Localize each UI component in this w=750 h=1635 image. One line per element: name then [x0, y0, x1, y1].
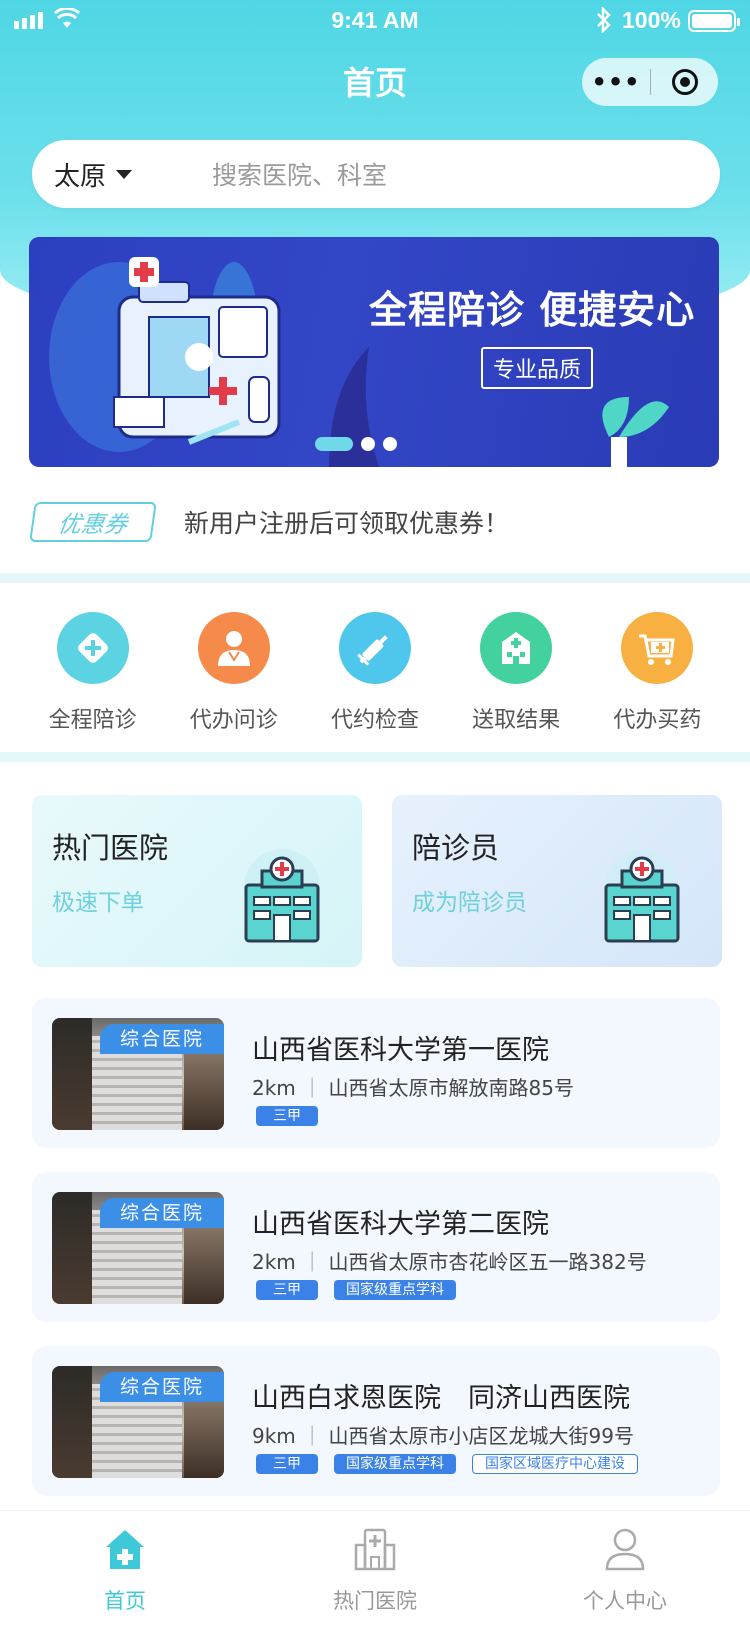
hospital-photo: 综合医院 [52, 1018, 224, 1130]
hospital-type-ribbon: 综合医院 [100, 1372, 224, 1402]
hospital-name: 山西省医科大学第二医院 [252, 1209, 549, 1240]
promo-banner[interactable]: 全程陪诊 便捷安心 专业品质 [29, 237, 719, 467]
hospital-address: 2km ｜ 山西省太原市杏花岭区五一路382号 [252, 1250, 647, 1274]
hospital-name: 山西省医科大学第一医院 [252, 1035, 549, 1066]
coupon-text: 新用户注册后可领取优惠券！ [184, 509, 510, 538]
service-appointment[interactable]: 代约检查 [310, 612, 440, 734]
caret-down-icon [116, 169, 133, 179]
feature-cards: 热门医院 极速下单 陪诊员 成为陪诊员 [32, 795, 722, 967]
medical-kit-illustration [49, 257, 669, 467]
carousel-dot[interactable] [383, 437, 397, 451]
hospital-tag: 三甲 [256, 1106, 318, 1126]
banner-badge: 专业品质 [481, 347, 594, 389]
escort-staff-card[interactable]: 陪诊员 成为陪诊员 [392, 795, 722, 967]
carousel-dot-active[interactable] [315, 437, 353, 451]
syringe-icon [338, 612, 411, 684]
card-subtitle: 成为陪诊员 [412, 890, 527, 916]
hospital-tags: 三甲 国家级重点学科 国家区域医疗中心建设 [256, 1454, 638, 1474]
service-label: 代约检查 [330, 708, 419, 733]
hospital-distance: 9km [252, 1424, 296, 1448]
banner-headline: 全程陪诊 便捷安心 [369, 288, 696, 332]
user-icon [500, 1527, 750, 1575]
service-medicine[interactable]: 代办买药 [592, 612, 722, 734]
service-full-escort[interactable]: 全程陪诊 [28, 612, 158, 734]
hospital-list-item[interactable]: 综合医院 山西省医科大学第一医院 2km ｜ 山西省太原市解放南路85号 三甲 [32, 998, 720, 1148]
hospital-icon [604, 849, 680, 943]
hospital-icon [250, 1527, 500, 1575]
bottom-tab-bar: 首页 热门医院 个人中心 [0, 1510, 750, 1635]
status-bar: 9:41 AM 100% [0, 0, 750, 40]
city-label: 太原 [54, 161, 107, 192]
hospital-address-text: 山西省太原市杏花岭区五一路382号 [328, 1250, 647, 1274]
mini-program-capsule: ••• [582, 58, 718, 106]
hospital-address: 9km ｜ 山西省太原市小店区龙城大街99号 [252, 1424, 634, 1448]
hospital-address: 2km ｜ 山西省太原市解放南路85号 [252, 1076, 574, 1100]
search-bar[interactable]: 太原 搜索医院、科室 [32, 140, 720, 208]
tab-label: 热门医院 [333, 1589, 417, 1613]
card-subtitle: 极速下单 [52, 890, 144, 916]
coupon-notice[interactable]: 优惠券 新用户注册后可领取优惠券！ [29, 500, 722, 544]
cart-icon [621, 612, 694, 684]
hospital-list-item[interactable]: 综合医院 山西白求恩医院 同济山西医院 9km ｜ 山西省太原市小店区龙城大街9… [32, 1346, 720, 1496]
hospital-photo: 综合医院 [52, 1192, 224, 1304]
battery-icon [688, 10, 740, 32]
service-results[interactable]: 送取结果 [451, 612, 581, 734]
coupon-tag: 优惠券 [29, 502, 157, 542]
carousel-indicator [315, 437, 397, 451]
target-icon[interactable] [651, 69, 718, 95]
hospital-tags: 三甲 [256, 1106, 318, 1126]
card-title: 陪诊员 [412, 831, 500, 865]
hospital-building-icon [480, 612, 553, 684]
card-title: 热门医院 [52, 831, 169, 865]
hospital-address-text: 山西省太原市小店区龙城大街99号 [328, 1424, 634, 1448]
doctor-icon [197, 612, 270, 684]
hot-hospital-card[interactable]: 热门医院 极速下单 [32, 795, 362, 967]
section-divider [0, 573, 750, 583]
hospital-photo: 综合医院 [52, 1366, 224, 1478]
tab-profile[interactable]: 个人中心 [500, 1511, 750, 1635]
tab-hot-hospitals[interactable]: 热门医院 [250, 1511, 500, 1635]
hospital-tag: 国家级重点学科 [334, 1454, 456, 1474]
tab-label: 首页 [104, 1589, 146, 1613]
service-label: 全程陪诊 [48, 708, 137, 733]
section-divider [0, 752, 750, 762]
service-label: 代办问诊 [189, 708, 278, 733]
hospital-tag: 三甲 [256, 1454, 318, 1474]
hospital-list-item[interactable]: 综合医院 山西省医科大学第二医院 2km ｜ 山西省太原市杏花岭区五一路382号… [32, 1172, 720, 1322]
hospital-tag: 国家级重点学科 [334, 1280, 456, 1300]
service-label: 代办买药 [613, 708, 702, 733]
plus-diamond-icon [56, 612, 129, 684]
hospital-icon [244, 849, 320, 943]
tab-label: 个人中心 [583, 1589, 667, 1613]
hospital-name: 山西白求恩医院 同济山西医院 [252, 1383, 630, 1414]
hospital-distance: 2km [252, 1076, 296, 1100]
hospital-type-ribbon: 综合医院 [100, 1024, 224, 1054]
hospital-tag: 三甲 [256, 1280, 318, 1300]
service-grid: 全程陪诊 代办问诊 代约检查 送取结果 代办买药 [0, 612, 750, 734]
city-selector[interactable]: 太原 [54, 156, 184, 193]
hospital-tags: 三甲 国家级重点学科 [256, 1280, 456, 1300]
service-label: 送取结果 [472, 708, 561, 733]
service-consultation[interactable]: 代办问诊 [169, 612, 299, 734]
bluetooth-icon [597, 7, 611, 33]
tab-home[interactable]: 首页 [0, 1511, 250, 1635]
hospital-address-text: 山西省太原市解放南路85号 [328, 1076, 574, 1100]
battery-percent: 100% [622, 7, 681, 33]
hospital-type-ribbon: 综合医院 [100, 1198, 224, 1228]
hospital-tag-outline: 国家区域医疗中心建设 [472, 1454, 638, 1474]
home-icon [0, 1527, 250, 1575]
hospital-distance: 2km [252, 1250, 296, 1274]
search-input[interactable]: 搜索医院、科室 [212, 156, 387, 192]
more-dots-icon[interactable]: ••• [582, 68, 650, 96]
carousel-dot[interactable] [361, 437, 375, 451]
home-screen: 9:41 AM 100% 首页 ••• 太原 搜索医院、科室 全程陪诊 便捷安心… [0, 0, 750, 1635]
